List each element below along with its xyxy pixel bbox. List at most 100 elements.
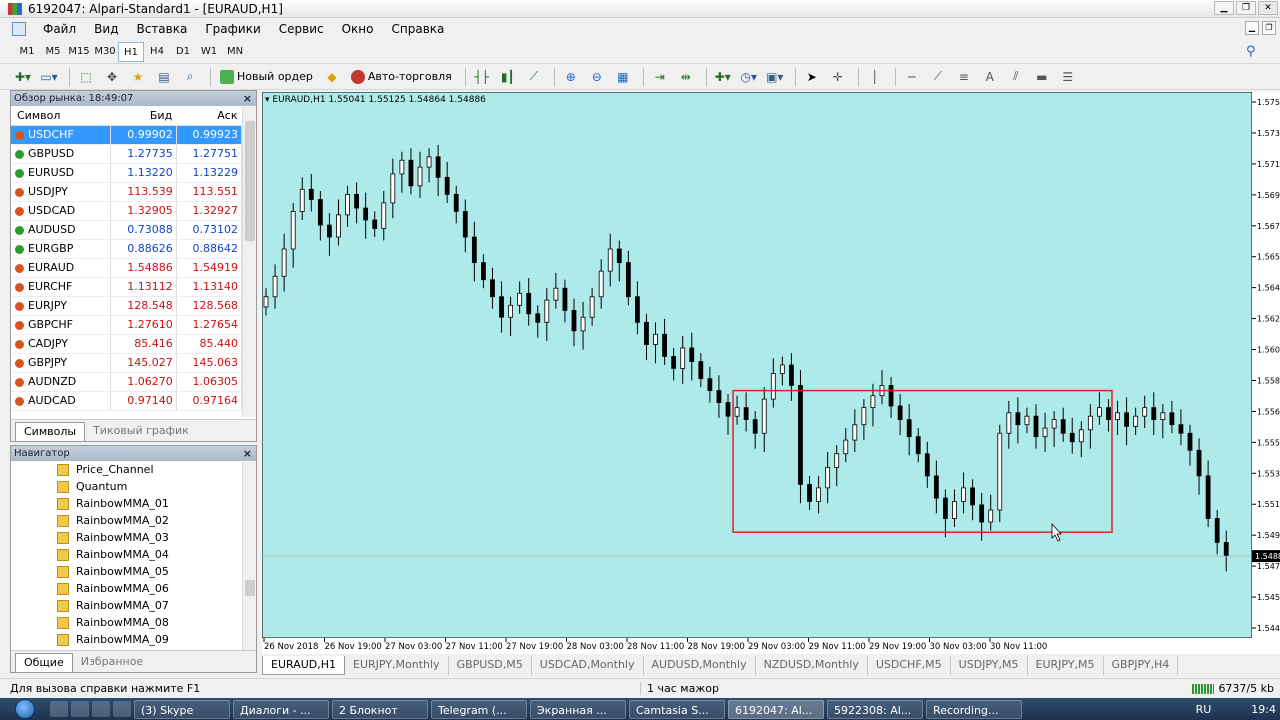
menu-insert[interactable]: Вставка — [127, 22, 196, 36]
terminal-icon[interactable]: ▤ — [153, 66, 175, 88]
chart-tab[interactable]: EURJPY,Monthly — [345, 656, 449, 675]
scrollbar-thumb[interactable] — [245, 121, 255, 241]
scrollbar-thumb[interactable] — [245, 580, 255, 596]
table-row[interactable]: EURAUD 1.54886 1.54919 — [11, 258, 243, 278]
timeframe-d1[interactable]: D1 — [170, 42, 196, 62]
table-row[interactable]: USDJPY 113.539 113.551 — [11, 182, 243, 202]
crosshair-icon[interactable]: ✛ — [827, 66, 849, 88]
taskbar-item[interactable]: Recording... — [926, 699, 1022, 719]
menu-charts[interactable]: Графики — [196, 22, 269, 36]
taskbar-item[interactable]: Camtasia S... — [629, 699, 725, 719]
auto-scroll-icon[interactable]: ⇥ — [649, 66, 671, 88]
table-row[interactable]: GBPUSD 1.27735 1.27751 — [11, 144, 243, 164]
timeframe-mn[interactable]: MN — [222, 42, 248, 62]
navigator-item[interactable]: RainbowMMA_05 — [11, 563, 256, 580]
navigator-scrollbar[interactable] — [242, 462, 256, 650]
table-row[interactable]: GBPCHF 1.27610 1.27654 — [11, 315, 243, 335]
chart-tab[interactable]: GBPJPY,H4 — [1104, 656, 1179, 675]
navigator-item[interactable]: RainbowMMA_03 — [11, 529, 256, 546]
timeframe-h1[interactable]: H1 — [118, 41, 144, 62]
table-row[interactable]: EURCHF 1.13112 1.13140 — [11, 277, 243, 297]
table-row[interactable]: AUDNZD 1.06270 1.06305 — [11, 372, 243, 392]
timeframe-m30[interactable]: M30 — [92, 42, 118, 62]
taskbar-item[interactable]: Экранная ... — [530, 699, 626, 719]
new-order-button[interactable]: Новый ордер — [216, 66, 317, 88]
timeframe-h4[interactable]: H4 — [144, 42, 170, 62]
navigator-item[interactable]: RainbowMMA_01 — [11, 495, 256, 512]
chart-tab[interactable]: GBPUSD,M5 — [449, 656, 532, 675]
quicklaunch-icon[interactable] — [71, 701, 89, 717]
start-button[interactable] — [0, 698, 50, 720]
navigator-item[interactable]: RainbowMMA_08 — [11, 614, 256, 631]
label-icon[interactable]: ▬ — [1031, 66, 1053, 88]
chart-canvas[interactable]: 1.5757 1.5737 1.5716 1.5695 1.5675 1.5653 1.56… — [261, 91, 1280, 654]
profiles-icon[interactable]: ▭▾ — [38, 66, 60, 88]
taskbar-item[interactable]: 2 Блокнот — [332, 699, 428, 719]
taskbar-item[interactable]: 5922308: Al... — [827, 699, 923, 719]
navigator-icon[interactable]: ★ — [127, 66, 149, 88]
navigator-item[interactable]: RainbowMMA_04 — [11, 546, 256, 563]
tile-windows-icon[interactable]: ▦ — [612, 66, 634, 88]
zoom-out-icon[interactable]: ⊖ — [586, 66, 608, 88]
close-icon[interactable]: × — [243, 91, 252, 106]
menu-view[interactable]: Вид — [85, 22, 127, 36]
tab-tick-chart[interactable]: Тиковый график — [85, 422, 197, 441]
navigator-item[interactable]: Quantum — [11, 478, 256, 495]
column-ask[interactable]: Аск — [176, 106, 242, 126]
data-window-icon[interactable]: ✥ — [101, 66, 123, 88]
taskbar-item[interactable]: Диалоги - ... — [233, 699, 329, 719]
taskbar-item[interactable]: 6192047: Al... — [728, 699, 824, 719]
close-icon[interactable]: × — [243, 446, 252, 461]
menu-tools[interactable]: Сервис — [270, 22, 333, 36]
chart-tab[interactable]: NZDUSD,Monthly — [756, 656, 868, 675]
chart-tab[interactable]: AUDUSD,Monthly — [644, 656, 756, 675]
gann-icon[interactable]: ☰ — [1057, 66, 1079, 88]
templates-icon[interactable]: ▣▾ — [764, 66, 786, 88]
periods-icon[interactable]: ◷▾ — [738, 66, 760, 88]
table-row[interactable]: AUDCAD 0.97140 0.97164 — [11, 391, 243, 411]
column-bid[interactable]: Бид — [110, 106, 177, 126]
trendline-icon[interactable]: ⟋ — [927, 66, 949, 88]
table-row[interactable]: EURUSD 1.13220 1.13229 — [11, 163, 243, 183]
quicklaunch-icon[interactable] — [92, 701, 110, 717]
cursor-icon[interactable]: ➤ — [801, 66, 823, 88]
menu-help[interactable]: Справка — [383, 22, 454, 36]
table-row[interactable]: EURGBP 0.88626 0.88642 — [11, 239, 243, 259]
table-row[interactable]: CADJPY 85.416 85.440 — [11, 334, 243, 354]
navigator-item[interactable]: Price_Channel — [11, 461, 256, 478]
candlestick-chart-icon[interactable]: ▮┃ — [497, 66, 519, 88]
metaeditor-icon[interactable]: ◆ — [321, 66, 343, 88]
mdi-minimize-button[interactable]: ▁ — [1245, 21, 1259, 35]
vertical-line-icon[interactable]: │ — [864, 66, 886, 88]
tab-common[interactable]: Общие — [15, 653, 73, 672]
auto-trading-button[interactable]: Авто-торговля — [347, 66, 456, 88]
navigator-item[interactable]: RainbowMMA_07 — [11, 597, 256, 614]
taskbar-item[interactable]: Telegram (... — [431, 699, 527, 719]
bar-chart-icon[interactable]: ┤├ — [471, 66, 493, 88]
fibonacci-icon[interactable]: ⫽ — [1005, 66, 1027, 88]
new-chart-icon[interactable]: ✚▾ — [12, 66, 34, 88]
chart-tab[interactable]: EURAUD,H1 — [262, 656, 346, 675]
table-row[interactable]: AUDUSD 0.73088 0.73102 — [11, 220, 243, 240]
tab-symbols[interactable]: Символы — [15, 422, 86, 441]
mdi-restore-button[interactable]: ❐ — [1262, 21, 1276, 35]
chart-tab[interactable]: USDCHF,M5 — [868, 656, 951, 675]
indicators-icon[interactable]: ✚▾ — [712, 66, 734, 88]
search-icon[interactable]: ⚲ — [1246, 44, 1260, 59]
quicklaunch-icon[interactable] — [50, 701, 68, 717]
navigator-item[interactable]: RainbowMMA_06 — [11, 580, 256, 597]
text-icon[interactable]: A — [979, 66, 1001, 88]
market-watch-icon[interactable]: ⬚ — [75, 66, 97, 88]
column-symbol[interactable]: Символ — [11, 106, 111, 126]
line-chart-icon[interactable]: ⟋ — [523, 66, 545, 88]
timeframe-m5[interactable]: M5 — [40, 42, 66, 62]
clock[interactable]: 19:4 — [1251, 703, 1276, 716]
navigator-item[interactable]: RainbowMMA_09 — [11, 631, 256, 648]
strategy-tester-icon[interactable]: ⌕ — [179, 66, 201, 88]
menu-window[interactable]: Окно — [333, 22, 383, 36]
chart-shift-icon[interactable]: ⇹ — [675, 66, 697, 88]
price-chart[interactable]: 1.5757 1.5737 1.5716 1.5695 1.5675 1.5653 1.56… — [261, 91, 1280, 654]
menu-file[interactable]: Файл — [34, 22, 85, 36]
quicklaunch-icon[interactable] — [113, 701, 131, 717]
taskbar-item[interactable]: (3) Skype — [134, 699, 230, 719]
